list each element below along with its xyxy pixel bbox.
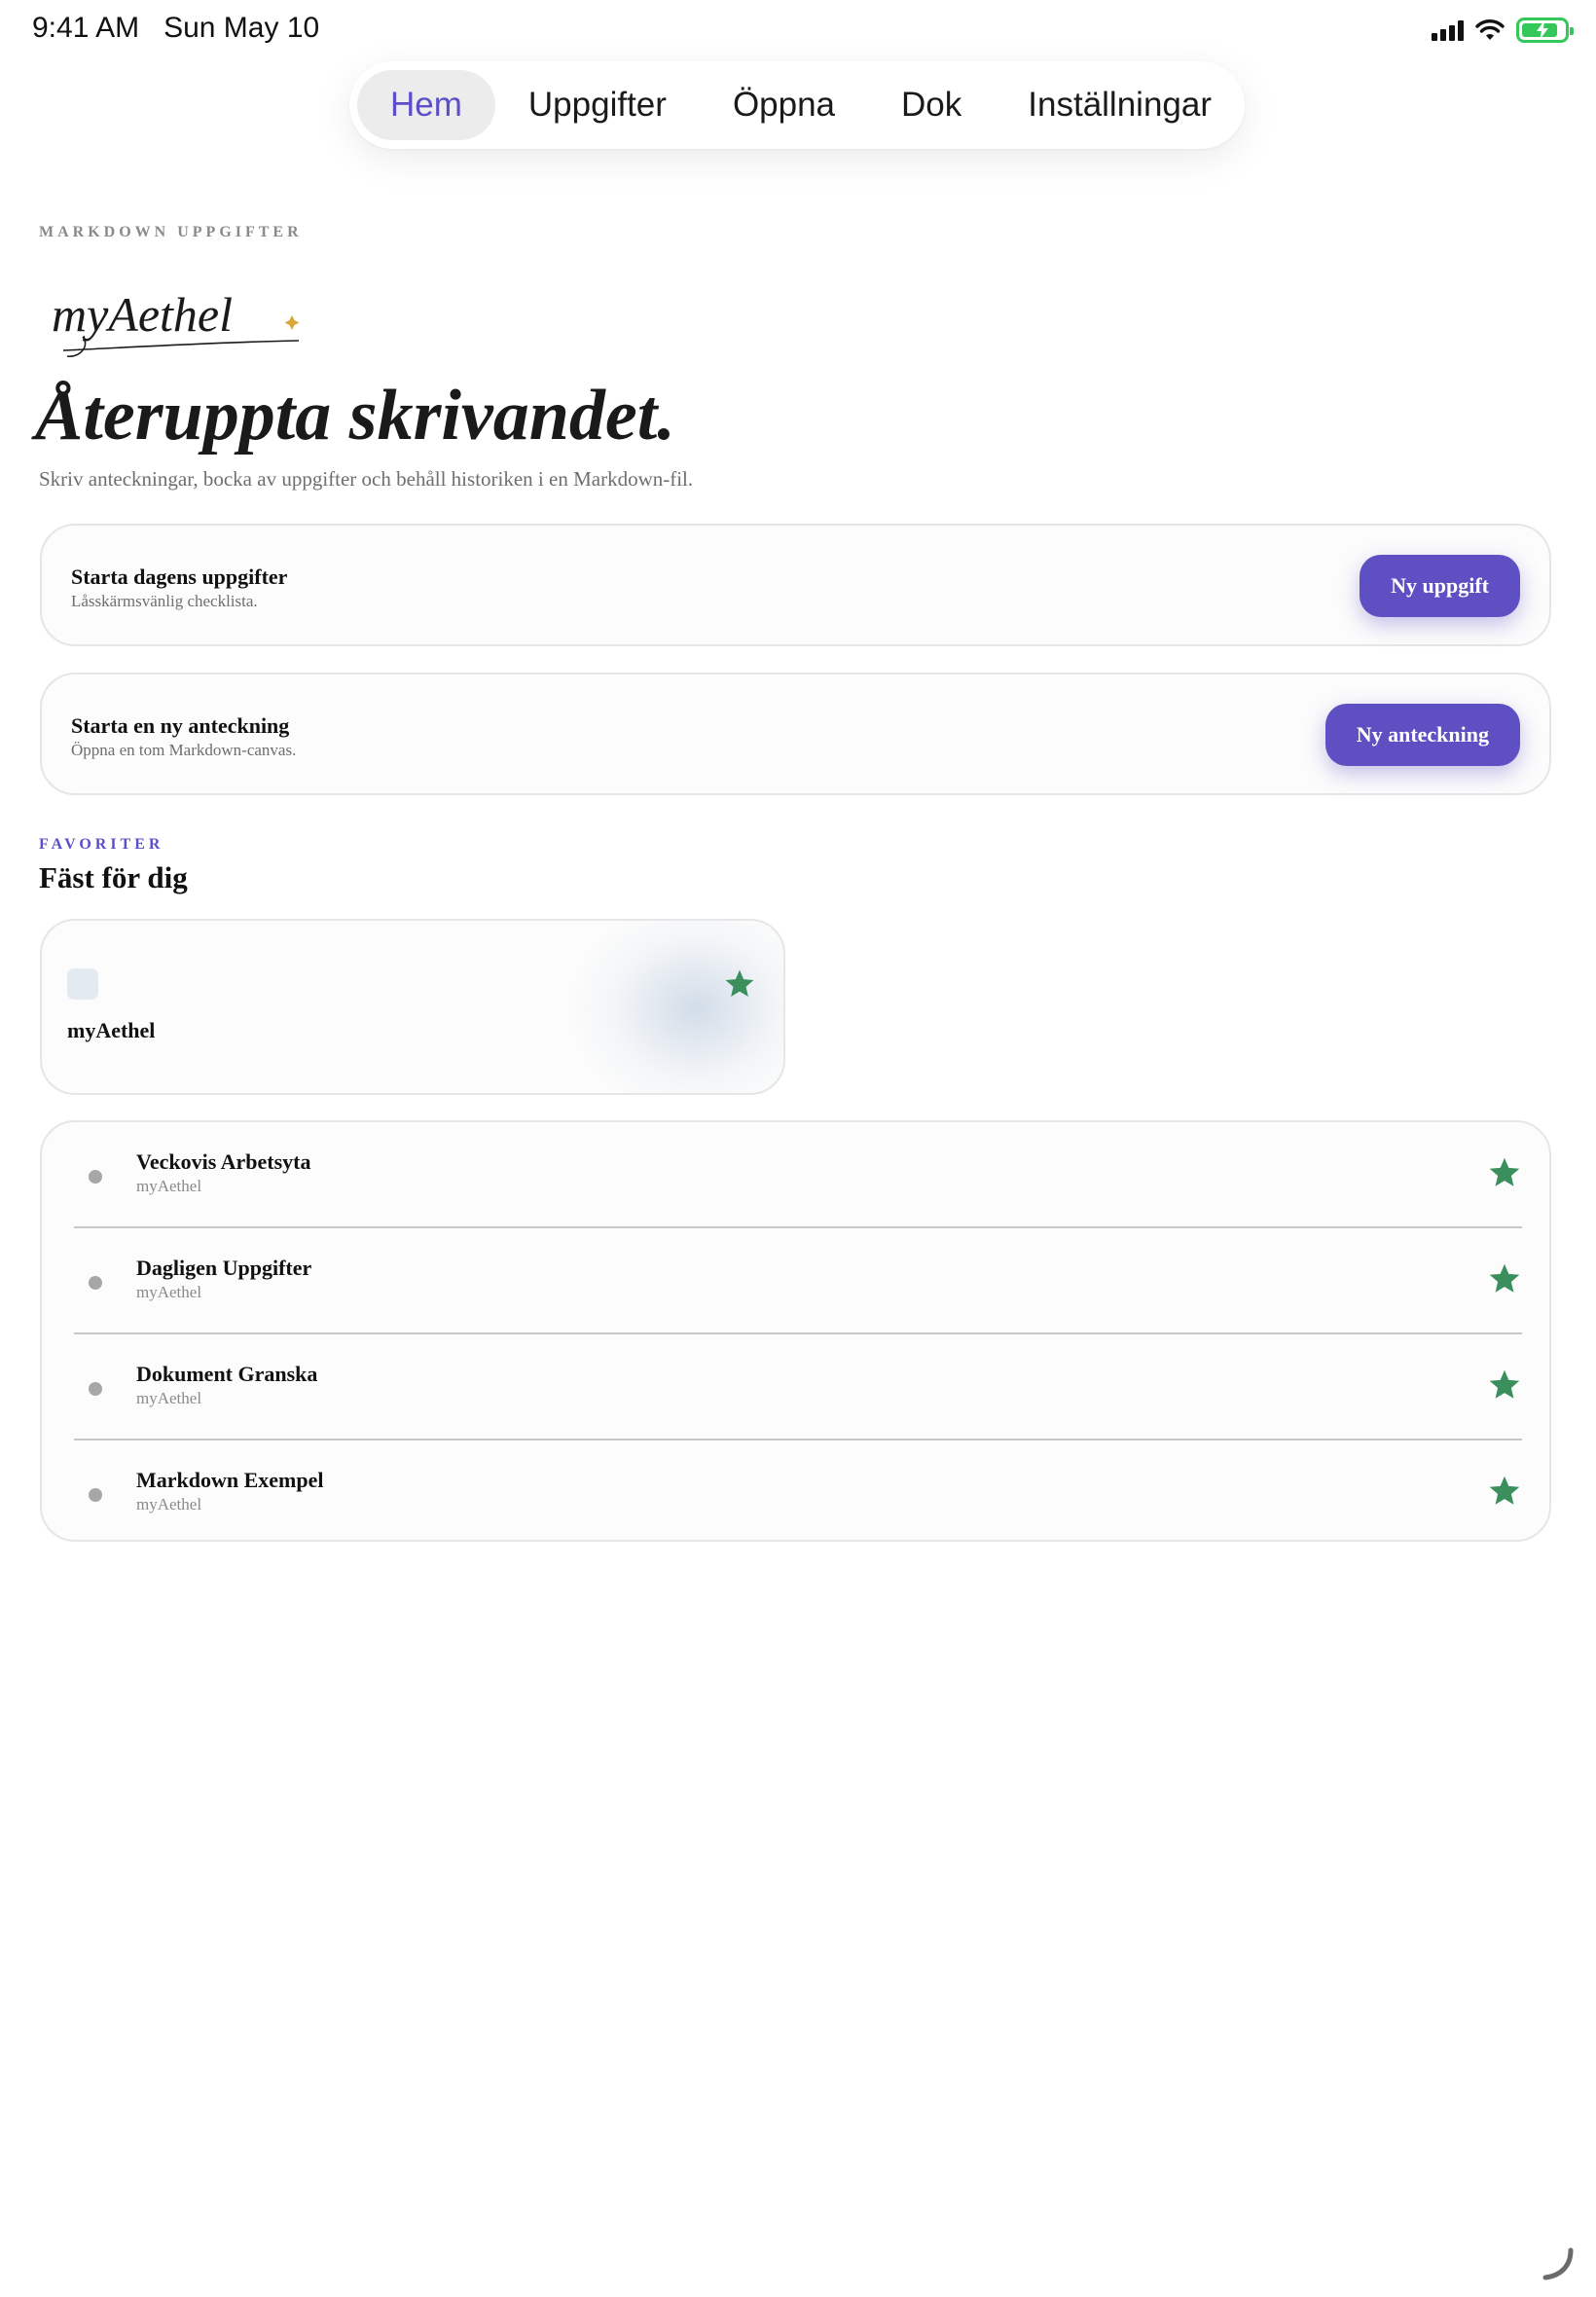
bullet-icon: [89, 1170, 102, 1184]
tab-uppgifter[interactable]: Uppgifter: [495, 70, 700, 140]
action-card-subtitle: Öppna en tom Markdown-canvas.: [71, 741, 297, 759]
bullet-icon: [89, 1488, 102, 1502]
tab-hem[interactable]: Hem: [357, 70, 495, 140]
bullet-icon: [89, 1276, 102, 1290]
list-item-title: Dagligen Uppgifter: [136, 1256, 312, 1280]
tab-dok[interactable]: Dok: [868, 70, 995, 140]
wifi-icon: [1475, 19, 1505, 40]
action-card-title: Starta dagens uppgifter: [71, 565, 288, 589]
action-card-tasks: Starta dagens uppgifter Låsskärmsvänlig …: [40, 524, 1551, 646]
star-icon[interactable]: [723, 967, 756, 1001]
new-note-button[interactable]: Ny anteckning: [1324, 704, 1520, 766]
list-item-title: Markdown Exempel: [136, 1468, 324, 1492]
page-title: Återuppta skrivandet.: [35, 376, 675, 456]
favorites-eyebrow: FAVORITER: [39, 836, 164, 853]
star-icon[interactable]: [1487, 1367, 1522, 1403]
list-item[interactable]: Veckovis Arbetsyta myAethel: [74, 1122, 1522, 1228]
action-card-subtitle: Låsskärmsvänlig checklista.: [71, 592, 258, 610]
bullet-icon: [89, 1382, 102, 1396]
star-icon[interactable]: [1487, 1155, 1522, 1190]
status-date: Sun May 10: [163, 12, 320, 44]
section-eyebrow: MARKDOWN UPPGIFTER: [39, 224, 303, 240]
favorite-card-name: myAethel: [67, 1018, 156, 1042]
list-item[interactable]: Dokument Granska myAethel: [74, 1334, 1522, 1440]
action-card-title: Starta en ny anteckning: [71, 713, 290, 738]
list-item[interactable]: Dagligen Uppgifter myAethel: [74, 1228, 1522, 1334]
favorite-card[interactable]: myAethel: [40, 919, 785, 1095]
resize-corner-icon: [1542, 2247, 1574, 2280]
list-item-subtitle: myAethel: [136, 1389, 202, 1407]
battery-charging-icon: [1516, 18, 1574, 43]
action-card-note: Starta en ny anteckning Öppna en tom Mar…: [40, 673, 1551, 795]
status-time: 9:41 AM: [32, 12, 140, 44]
favorites-title: Fäst för dig: [39, 860, 188, 894]
logo-text: myAethel: [52, 287, 233, 342]
list-item-title: Veckovis Arbetsyta: [136, 1149, 311, 1174]
status-bar: 9:41 AM Sun May 10: [0, 0, 1596, 60]
sparkle-icon: [284, 315, 300, 330]
tab-oppna[interactable]: Öppna: [700, 70, 868, 140]
document-thumbnail: [67, 968, 98, 1000]
list-item-subtitle: myAethel: [136, 1177, 202, 1195]
app-logo: myAethel: [52, 287, 300, 357]
star-icon[interactable]: [1487, 1474, 1522, 1509]
star-icon[interactable]: [1487, 1261, 1522, 1296]
top-tab-bar: Hem Uppgifter Öppna Dok Inställningar: [349, 61, 1245, 149]
list-item[interactable]: Markdown Exempel myAethel: [74, 1440, 1522, 1547]
list-item-subtitle: myAethel: [136, 1283, 202, 1301]
status-time-date: 9:41 AM Sun May 10: [32, 12, 319, 45]
page-subtitle: Skriv anteckningar, bocka av uppgifter o…: [39, 467, 694, 491]
new-task-button[interactable]: Ny uppgift: [1360, 555, 1520, 617]
list-item-title: Dokument Granska: [136, 1362, 318, 1386]
tab-installningar[interactable]: Inställningar: [995, 70, 1245, 140]
cellular-signal-icon: [1432, 19, 1464, 41]
favorites-list: Veckovis Arbetsyta myAethel Dagligen Upp…: [40, 1120, 1551, 1542]
list-item-subtitle: myAethel: [136, 1495, 202, 1513]
status-indicators: [1432, 16, 1574, 45]
